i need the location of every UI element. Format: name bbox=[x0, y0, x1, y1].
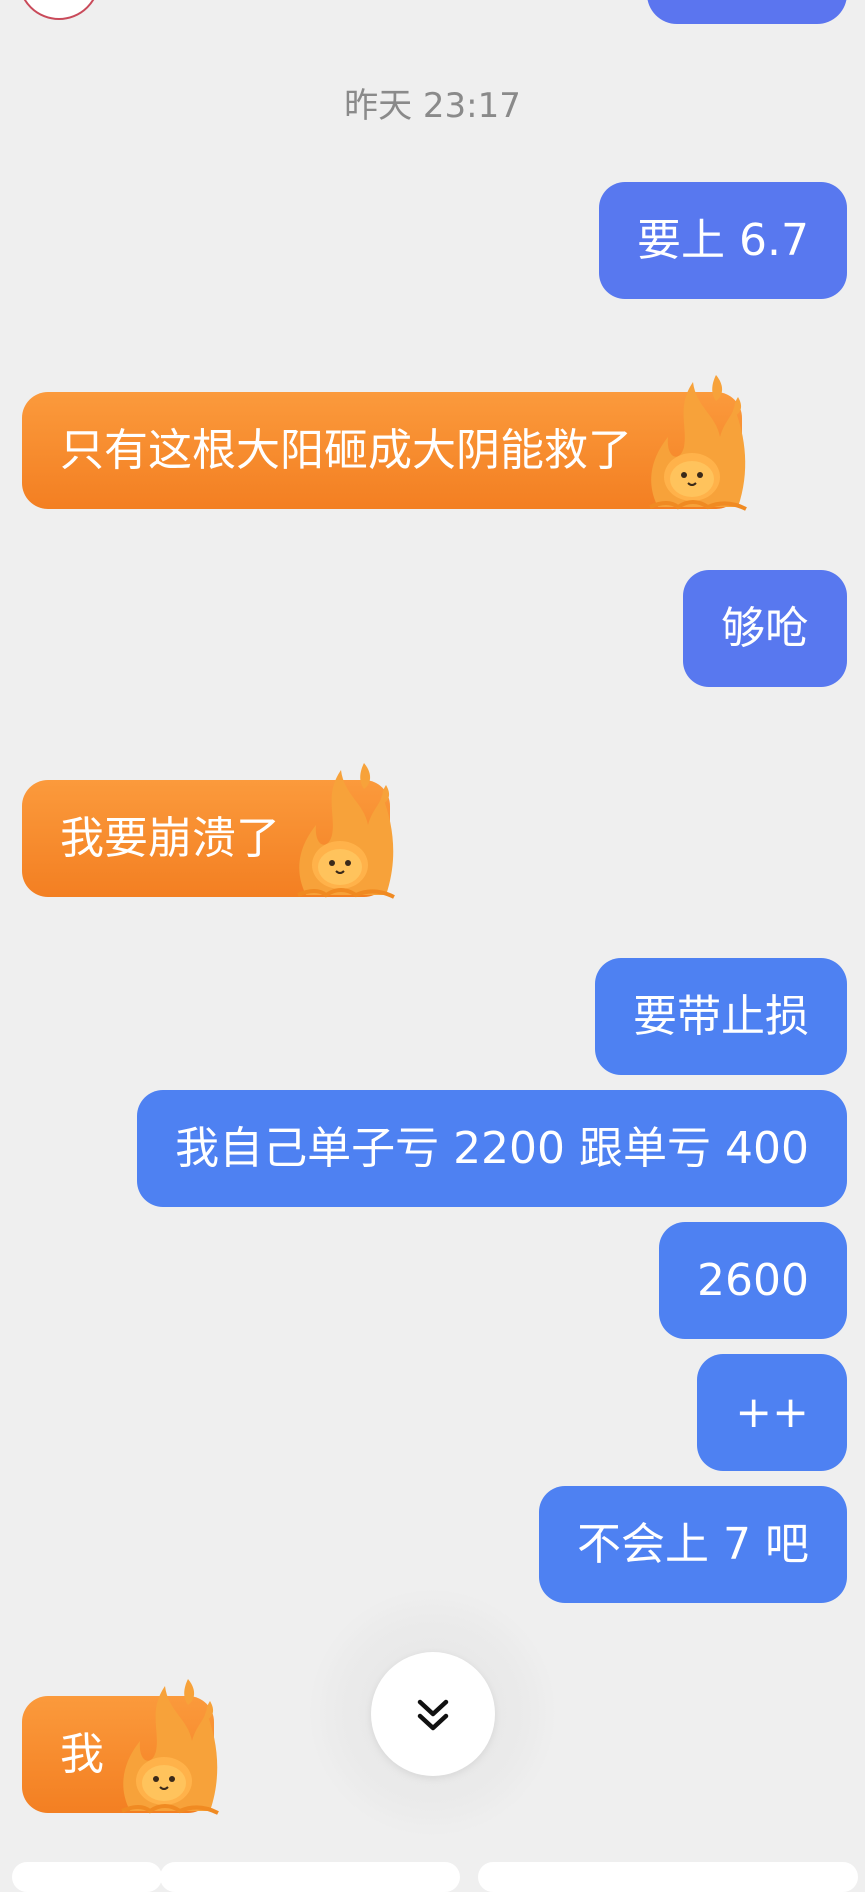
bottom-toolbar-edge bbox=[0, 1862, 865, 1892]
incoming-message-bubble[interactable]: 我要崩溃了 bbox=[22, 763, 395, 899]
outgoing-message-bubble[interactable]: 我自己单子亏 2200 跟单亏 400 bbox=[137, 1090, 847, 1207]
toolbar-pill[interactable] bbox=[12, 1862, 162, 1892]
timestamp: 昨天 23:17 bbox=[344, 86, 521, 126]
double-chevron-down-icon bbox=[417, 1699, 449, 1731]
outgoing-message-bubble[interactable]: 2600 bbox=[659, 1222, 847, 1339]
toolbar-pill[interactable] bbox=[160, 1862, 460, 1892]
toolbar-pill[interactable] bbox=[478, 1862, 858, 1892]
outgoing-message-bubble[interactable]: 不会上 7 吧 bbox=[539, 1486, 847, 1603]
message-text: 我 bbox=[60, 1729, 104, 1780]
outgoing-message-bubble[interactable]: ++ bbox=[697, 1354, 847, 1471]
previous-message-bubble[interactable] bbox=[647, 0, 847, 24]
flame-sticker-icon bbox=[649, 375, 747, 511]
outgoing-message-bubble[interactable]: 够呛 bbox=[683, 570, 847, 687]
incoming-message-bubble[interactable]: 我 bbox=[22, 1679, 219, 1815]
avatar[interactable] bbox=[18, 0, 100, 20]
outgoing-message-bubble[interactable]: 要上 6.7 bbox=[599, 182, 847, 299]
message-text: 我要崩溃了 bbox=[60, 813, 280, 864]
message-text: 只有这根大阳砸成大阴能救了 bbox=[60, 425, 632, 476]
top-partial-row bbox=[0, 0, 865, 24]
incoming-message-bubble[interactable]: 只有这根大阳砸成大阴能救了 bbox=[22, 375, 747, 511]
scroll-to-bottom-button[interactable] bbox=[371, 1652, 495, 1776]
flame-sticker-icon bbox=[297, 763, 395, 899]
flame-sticker-icon bbox=[121, 1679, 219, 1815]
outgoing-message-bubble[interactable]: 要带止损 bbox=[595, 958, 847, 1075]
